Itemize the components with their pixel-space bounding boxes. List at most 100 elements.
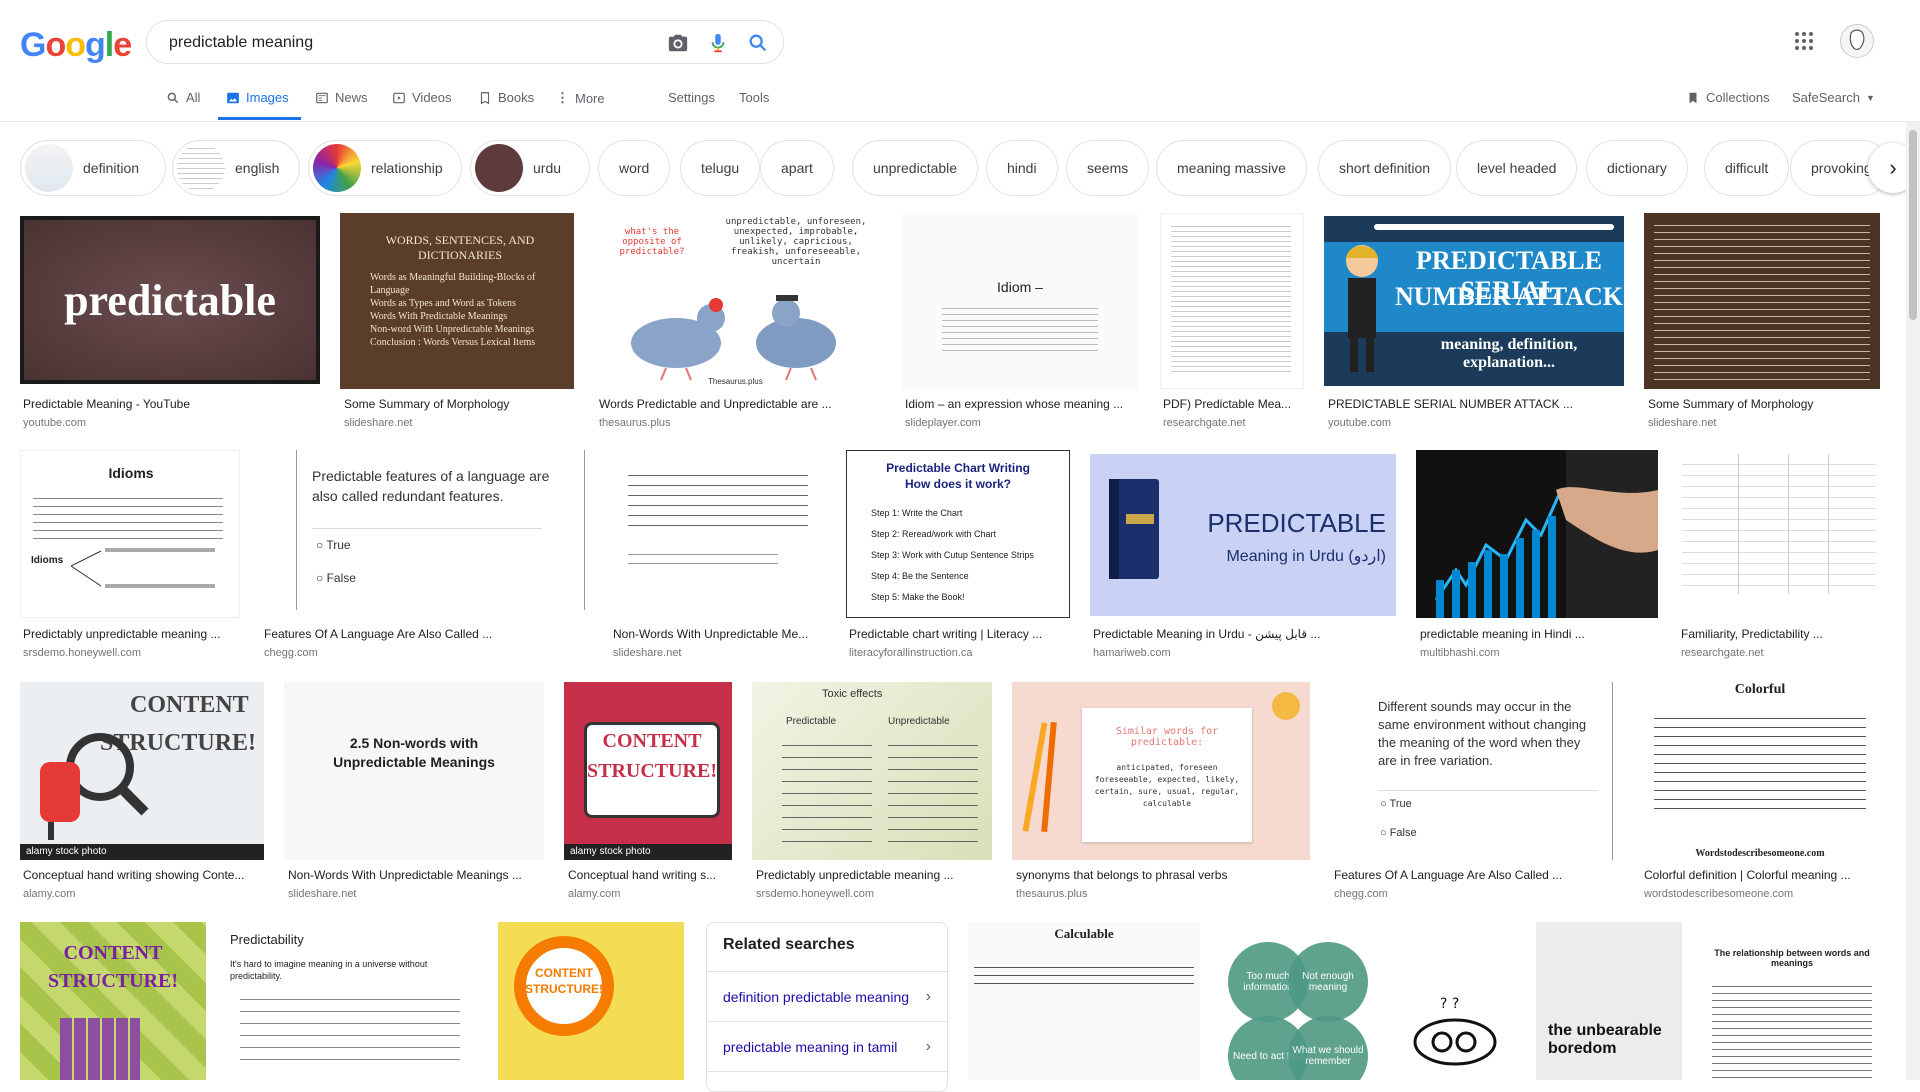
related-search-item[interactable] xyxy=(707,1071,947,1091)
search-input[interactable] xyxy=(167,30,641,56)
result-image[interactable]: what's the opposite of predictable? unpr… xyxy=(596,213,880,389)
tab-more[interactable]: ⋮ More xyxy=(556,90,605,106)
result-caption[interactable]: Non-Words With Unpredictable Meanings ..… xyxy=(288,868,534,882)
chip-level-headed[interactable]: level headed xyxy=(1456,140,1578,196)
result-source: slideplayer.com xyxy=(905,417,981,429)
result-caption[interactable]: Some Summary of Morphology xyxy=(1648,397,1880,411)
result-source: slideshare.net xyxy=(1648,417,1717,429)
result-image[interactable]: Colorful Wordstodescribesomeone.com xyxy=(1640,682,1880,860)
scrollbar-thumb[interactable] xyxy=(1909,130,1917,320)
result-image[interactable]: The relationship between words and meani… xyxy=(1702,922,1880,1080)
mic-icon[interactable] xyxy=(707,32,729,54)
result-image[interactable]: Toxic effects Predictable Unpredictable xyxy=(752,682,992,860)
tab-all[interactable]: All xyxy=(166,90,200,105)
result-image[interactable] xyxy=(1160,213,1304,389)
result-caption[interactable]: synonyms that belongs to phrasal verbs xyxy=(1016,868,1306,882)
camera-icon[interactable] xyxy=(667,32,689,54)
image-title: Calculable xyxy=(1054,926,1114,941)
result-caption[interactable]: Conceptual hand writing showing Conte... xyxy=(23,868,261,882)
chip-seems[interactable]: seems xyxy=(1066,140,1150,196)
result-image[interactable]: Predictable Chart Writing How does it wo… xyxy=(846,450,1070,618)
chip-hindi[interactable]: hindi xyxy=(986,140,1058,196)
result-image[interactable] xyxy=(1678,450,1880,618)
result-image[interactable]: Similar words for predictable: anticipat… xyxy=(1012,682,1310,860)
chip-telugu[interactable]: telugu xyxy=(680,140,761,196)
google-logo[interactable]: Google xyxy=(20,26,132,65)
result-image[interactable]: Different sounds may occur in the same e… xyxy=(1330,682,1620,860)
chip-word[interactable]: word xyxy=(598,140,671,196)
image-watermark: alamy stock photo xyxy=(564,844,732,860)
related-search-item[interactable]: definition predictable meaning › xyxy=(707,971,947,1021)
result-image[interactable]: PREDICTABLE SERIAL NUMBER ATTACK meaning… xyxy=(1324,216,1624,386)
result-image[interactable]: Idiom – xyxy=(902,213,1138,389)
tab-books[interactable]: Books xyxy=(478,90,534,105)
result-image[interactable]: CONTENT STRUCTURE! alamy stock photo xyxy=(564,682,732,860)
result-image[interactable]: 2.5 Non-words with Unpredictable Meaning… xyxy=(284,682,544,860)
tab-settings[interactable]: Settings xyxy=(668,90,715,105)
result-caption[interactable]: Some Summary of Morphology xyxy=(344,397,574,411)
result-caption[interactable]: Predictably unpredictable meaning ... xyxy=(23,627,233,641)
apps-grid-icon[interactable] xyxy=(1795,32,1813,50)
safesearch-menu[interactable]: SafeSearch ▼ xyxy=(1792,90,1875,105)
result-caption[interactable]: Conceptual hand writing s... xyxy=(568,868,728,882)
result-caption[interactable]: Predictable Meaning in Urdu - قابل پیشن … xyxy=(1093,627,1343,641)
chip-unpredictable[interactable]: unpredictable xyxy=(852,140,979,196)
chip-short-definition[interactable]: short definition xyxy=(1318,140,1452,196)
chip-dictionary[interactable]: dictionary xyxy=(1586,140,1688,196)
chip-urdu[interactable]: urdu xyxy=(470,140,590,196)
search-box[interactable] xyxy=(146,20,784,64)
result-caption[interactable]: Words Predictable and Unpredictable are … xyxy=(599,397,845,411)
decor-grid xyxy=(60,1018,140,1080)
result-caption[interactable]: predictable meaning in Hindi ... xyxy=(1420,627,1658,641)
collections-link[interactable]: Collections xyxy=(1686,90,1770,105)
avatar[interactable] xyxy=(1840,24,1874,58)
result-image[interactable]: Predictable features of a language are a… xyxy=(260,450,590,618)
result-caption[interactable]: Predictably unpredictable meaning ... xyxy=(756,868,992,882)
result-caption[interactable]: PDF) Predictable Mea... xyxy=(1163,397,1303,411)
image-text-lines xyxy=(942,303,1098,353)
result-image[interactable] xyxy=(610,450,826,618)
result-caption[interactable]: Colorful definition | Colorful meaning .… xyxy=(1644,868,1880,882)
related-search-label: definition predictable meaning xyxy=(723,988,910,1005)
chip-relationship[interactable]: relationship xyxy=(308,140,462,196)
result-caption[interactable]: Predictable chart writing | Literacy ... xyxy=(849,627,1067,641)
result-image[interactable]: predictable xyxy=(20,216,320,384)
tab-tools[interactable]: Tools xyxy=(739,90,769,105)
search-icon[interactable] xyxy=(747,32,769,54)
chip-difficult[interactable]: difficult xyxy=(1704,140,1790,196)
result-image[interactable] xyxy=(1416,450,1658,618)
image-title: WORDS, SENTENCES, AND DICTIONARIES xyxy=(385,233,535,262)
chip-definition[interactable]: definition xyxy=(20,140,166,196)
chip-label: difficult xyxy=(1725,160,1769,176)
result-caption[interactable]: PREDICTABLE SERIAL NUMBER ATTACK ... xyxy=(1328,397,1578,411)
result-image[interactable]: Idioms Idioms xyxy=(20,450,240,618)
result-image[interactable]: CONTENT STRUCTURE! xyxy=(498,922,684,1080)
result-image[interactable]: Predictability It's hard to imagine mean… xyxy=(226,922,478,1080)
tab-images[interactable]: Images xyxy=(226,90,289,105)
result-image[interactable]: Too much information Not enough meaning … xyxy=(1220,922,1516,1080)
bookmark-icon xyxy=(1689,92,1697,103)
result-image[interactable]: Calculable xyxy=(968,922,1200,1080)
chip-english[interactable]: english xyxy=(172,140,300,196)
result-image[interactable] xyxy=(1644,213,1880,389)
result-image[interactable]: PREDICTABLE Meaning in Urdu (اردو) xyxy=(1090,454,1396,616)
result-caption[interactable]: Features Of A Language Are Also Called .… xyxy=(1334,868,1584,882)
chip-meaning-massive[interactable]: meaning massive xyxy=(1156,140,1307,196)
result-image[interactable]: the unbearable boredom xyxy=(1536,922,1682,1080)
result-image[interactable]: WORDS, SENTENCES, AND DICTIONARIES Words… xyxy=(340,213,574,389)
chip-label: word xyxy=(619,160,650,176)
result-image[interactable]: CONTENT STRUCTURE! alamy stock photo xyxy=(20,682,264,860)
related-search-item[interactable]: predictable meaning in tamil › xyxy=(707,1021,947,1071)
result-caption[interactable]: Non-Words With Unpredictable Me... xyxy=(613,627,823,641)
result-caption[interactable]: Features Of A Language Are Also Called .… xyxy=(264,627,504,641)
result-image[interactable]: CONTENT STRUCTURE! xyxy=(20,922,206,1080)
chart-hand-photo xyxy=(1434,450,1658,618)
chip-apart[interactable]: apart xyxy=(760,140,834,196)
result-caption[interactable]: Predictable Meaning - YouTube xyxy=(23,397,319,411)
tab-news[interactable]: News xyxy=(315,90,368,105)
svg-text:? ?: ? ? xyxy=(1440,996,1459,1012)
result-caption[interactable]: Familiarity, Predictability ... xyxy=(1681,627,1880,641)
result-caption[interactable]: Idiom – an expression whose meaning ... xyxy=(905,397,1137,411)
tab-videos[interactable]: Videos xyxy=(392,90,452,105)
chevron-right-icon: › xyxy=(1889,155,1897,180)
